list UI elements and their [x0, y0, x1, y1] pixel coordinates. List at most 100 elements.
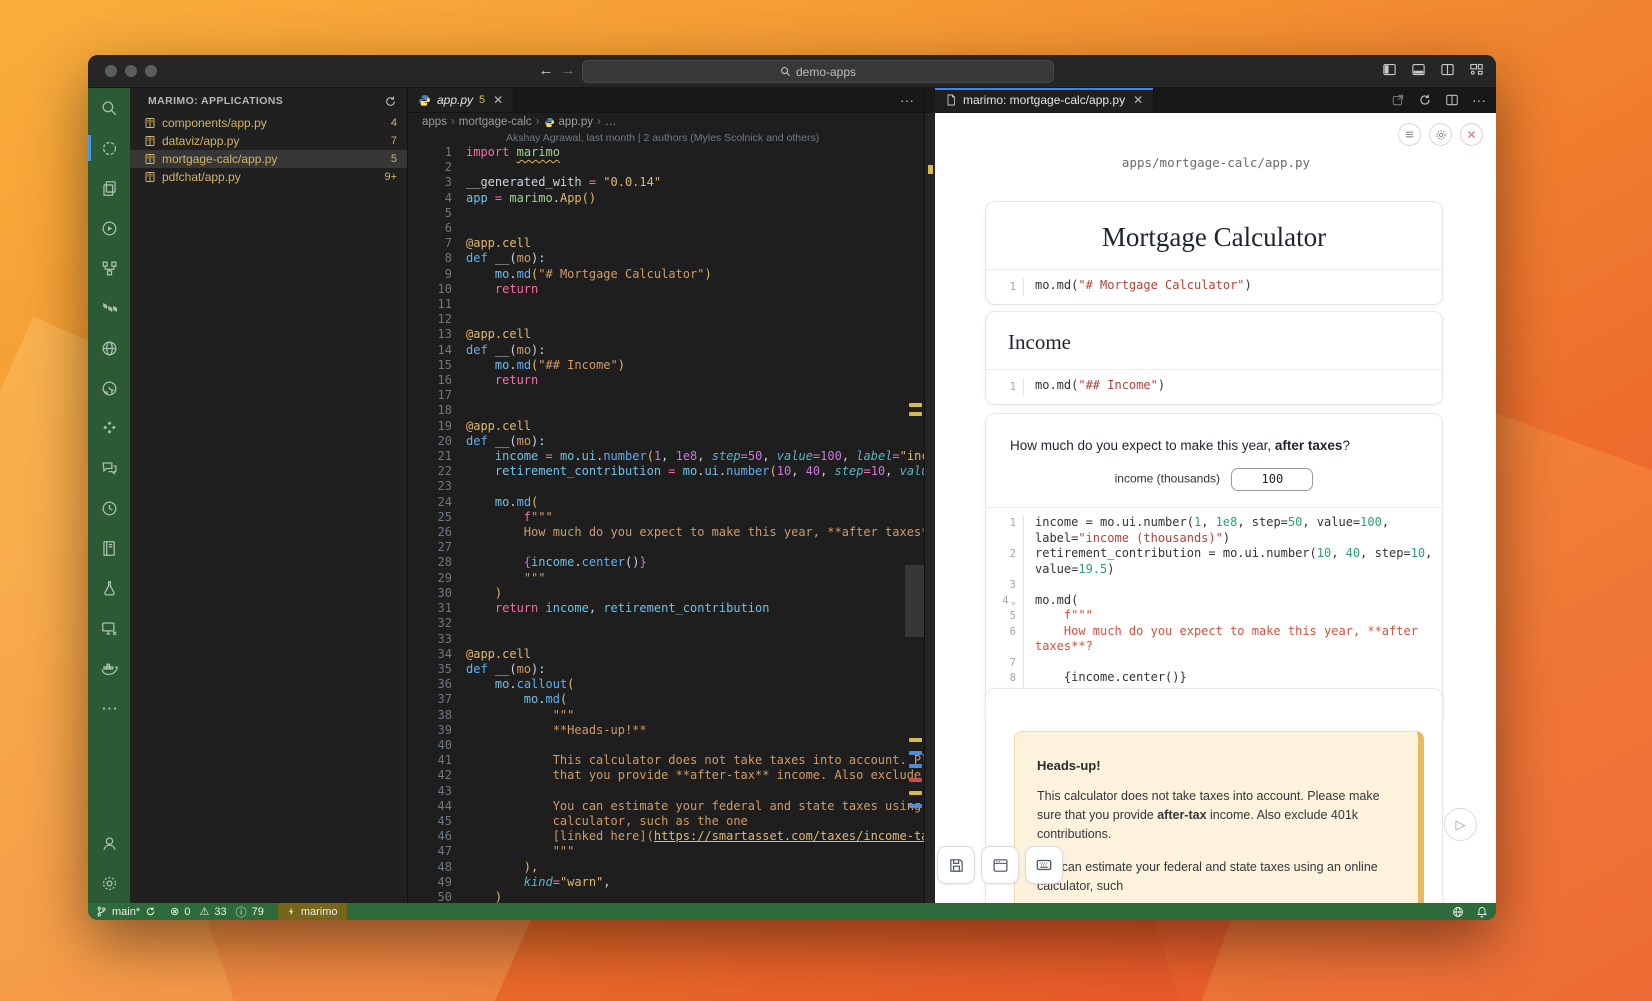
code-line: 42 that you provide **after-tax** income…: [408, 768, 924, 783]
code-line: 48 ),: [408, 860, 924, 875]
cell-code[interactable]: 1mo.md("## Income"): [986, 370, 1442, 404]
cell-card-income: Income 1mo.md("## Income"): [985, 311, 1443, 405]
command-center-search[interactable]: demo-apps: [582, 60, 1054, 83]
activity-account-icon[interactable]: [88, 823, 130, 863]
activity-terraform-icon[interactable]: [88, 288, 130, 328]
breadcrumb-item[interactable]: mortgage-calc: [459, 116, 532, 128]
more-actions-icon[interactable]: ···: [1472, 92, 1486, 108]
window-titlebar: ← → demo-apps: [88, 55, 1496, 88]
code-line: 16 return: [408, 373, 924, 388]
customize-layout-icon[interactable]: [1469, 62, 1484, 77]
problems-status[interactable]: ⊗0 ⚠33 ⓘ79: [170, 904, 264, 920]
split-editor-icon[interactable]: [1440, 62, 1455, 77]
code-line: 6: [408, 221, 924, 236]
sidebar-file-item[interactable]: components/app.py4: [130, 114, 407, 132]
info-icon: ⓘ: [236, 904, 247, 920]
globe-icon[interactable]: [1452, 906, 1464, 918]
activity-test-flask-icon[interactable]: [88, 568, 130, 608]
file-label: mortgage-calc/app.py: [162, 152, 385, 166]
sidebar-file-item[interactable]: pdfchat/app.py9+: [130, 168, 407, 186]
refresh-icon[interactable]: [384, 95, 397, 108]
save-button[interactable]: [937, 846, 975, 884]
run-cell-button[interactable]: ▷: [1444, 808, 1477, 841]
activity-debug-circle-icon[interactable]: [88, 208, 130, 248]
activity-search-icon[interactable]: [88, 88, 130, 128]
open-browser-button[interactable]: [981, 846, 1019, 884]
code-line: 13@app.cell: [408, 327, 924, 342]
activity-comments-icon[interactable]: [88, 448, 130, 488]
code-line: 34@app.cell: [408, 647, 924, 662]
overview-ruler[interactable]: [905, 145, 924, 903]
cell-card-question: How much do you expect to make this year…: [985, 413, 1443, 725]
nav-back-icon[interactable]: ←: [536, 62, 556, 79]
maximize-button[interactable]: [145, 65, 157, 77]
shutdown-button[interactable]: ✕: [1460, 123, 1483, 146]
activity-history-icon[interactable]: [88, 488, 130, 528]
minimize-button[interactable]: [125, 65, 137, 77]
errors-icon: ⊗: [170, 905, 179, 918]
cell-code-line: 1income = mo.ui.number(1, 1e8, step=50, …: [986, 515, 1442, 546]
nav-forward-icon[interactable]: →: [558, 62, 578, 79]
cell-card-title: Mortgage Calculator 1mo.md("# Mortgage C…: [985, 201, 1443, 305]
close-button[interactable]: [105, 65, 117, 77]
settings-button[interactable]: [1429, 123, 1452, 146]
code-line: 47 """: [408, 844, 924, 859]
status-bar: main* ⊗0 ⚠33 ⓘ79 marimo: [88, 903, 1496, 920]
activity-marimo-icon[interactable]: [88, 128, 130, 168]
sidebar-file-item[interactable]: dataviz/app.py7: [130, 132, 407, 150]
breadcrumb[interactable]: apps› mortgage-calc› app.py› …: [408, 113, 924, 131]
code-line: 37 mo.md(: [408, 692, 924, 707]
tab-close-icon[interactable]: ✕: [1133, 93, 1143, 107]
marimo-notebook-icon: [144, 135, 156, 147]
activity-settings-icon[interactable]: [88, 863, 130, 903]
split-editor-icon[interactable]: [1445, 93, 1459, 107]
menu-button[interactable]: [1398, 123, 1421, 146]
sidebar-file-item[interactable]: mortgage-calc/app.py5: [130, 150, 407, 168]
tab-marimo-preview[interactable]: marimo: mortgage-calc/app.py ✕: [935, 88, 1154, 112]
editor-actions-more-icon[interactable]: ···: [900, 92, 914, 108]
code-line: 22 retirement_contribution = mo.ui.numbe…: [408, 464, 924, 479]
code-line: 36 mo.callout(: [408, 677, 924, 692]
cell-code-line: 1mo.md("## Income"): [986, 378, 1165, 396]
breadcrumb-item[interactable]: …: [605, 116, 617, 128]
activity-diamonds-icon[interactable]: [88, 408, 130, 448]
tab-label: app.py: [437, 93, 473, 107]
toggle-panel-icon[interactable]: [1411, 62, 1426, 77]
breadcrumb-item[interactable]: apps: [422, 116, 447, 128]
activity-docker-icon[interactable]: [88, 648, 130, 688]
ruler-mark: [909, 764, 922, 768]
activity-github-icon[interactable]: [88, 368, 130, 408]
code-line: 39 **Heads-up!**: [408, 723, 924, 738]
app-path: apps/mortgage-calc/app.py: [935, 155, 1496, 170]
activity-remote-monitor-icon[interactable]: [88, 608, 130, 648]
activity-references-icon[interactable]: [88, 248, 130, 288]
breadcrumb-item[interactable]: app.py: [559, 116, 594, 128]
sync-icon[interactable]: [145, 906, 156, 917]
code-line: 35def __(mo):: [408, 662, 924, 677]
marimo-status-chip[interactable]: marimo: [278, 903, 347, 920]
scrollbar-thumb[interactable]: [905, 565, 924, 637]
notifications-bell-icon[interactable]: [1476, 906, 1488, 918]
tab-close-icon[interactable]: ✕: [493, 93, 503, 107]
code-line: 28 {income.center()}: [408, 555, 924, 570]
income-number-input[interactable]: 100: [1231, 468, 1313, 491]
activity-more-icon[interactable]: [88, 688, 130, 728]
marimo-webview: ✕ apps/mortgage-calc/app.py Mortgage Cal…: [925, 113, 1496, 903]
git-branch-status[interactable]: main*: [96, 906, 156, 918]
open-external-icon[interactable]: [1391, 93, 1405, 107]
toggle-sidebar-icon[interactable]: [1382, 62, 1397, 77]
chip-label: marimo: [301, 906, 338, 918]
activity-notebook-icon[interactable]: [88, 528, 130, 568]
python-icon: [418, 94, 431, 107]
refresh-icon[interactable]: [1418, 93, 1432, 107]
cell-code-line: 5 f""": [986, 608, 1442, 624]
activity-copy-icon[interactable]: [88, 168, 130, 208]
lightning-icon: [287, 906, 296, 917]
problems-badge: 7: [391, 135, 397, 147]
code-editor[interactable]: 1import marimo2 3__generated_with = "0.0…: [408, 145, 924, 903]
cell-code[interactable]: 1mo.md("# Mortgage Calculator"): [986, 270, 1442, 304]
keyboard-shortcuts-button[interactable]: [1025, 846, 1063, 884]
activity-globe-icon[interactable]: [88, 328, 130, 368]
file-label: pdfchat/app.py: [162, 170, 378, 184]
tab-app-py[interactable]: app.py 5 ✕: [408, 88, 514, 112]
